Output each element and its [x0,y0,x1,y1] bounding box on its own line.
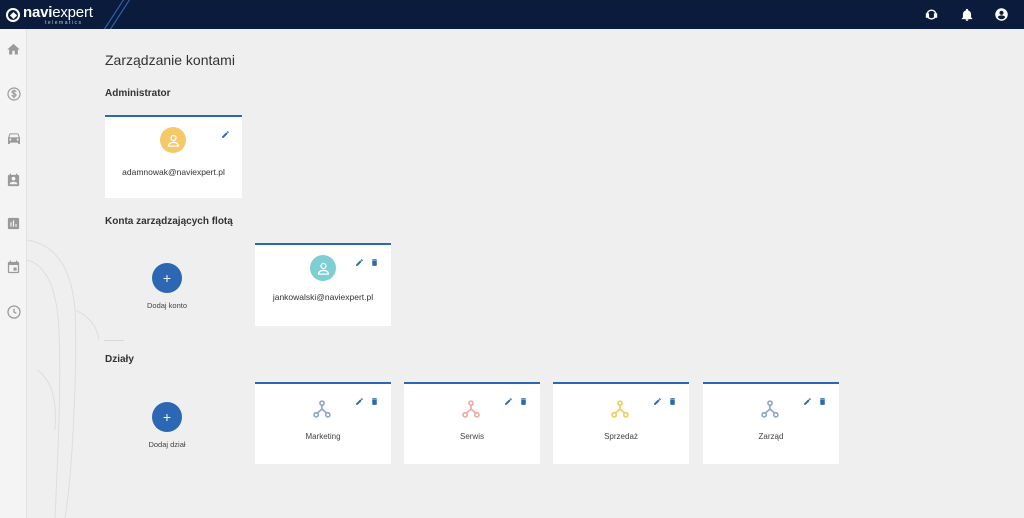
department-hub-icon [312,399,332,424]
dollar-icon[interactable] [5,85,22,102]
logo-word-light: expert [52,3,93,21]
admin-email: adamnowak@naviexpert.pl [122,167,225,177]
add-department-button[interactable]: + [152,402,182,432]
department-hub-icon [610,399,630,424]
add-department-label: Dodaj dział [148,440,186,449]
admin-section-heading: Administrator [105,88,171,99]
department-card-sprzedaz[interactable]: Sprzedaż [553,382,689,464]
home-icon[interactable] [5,41,22,58]
logo-subtitle: telematics [45,19,83,26]
department-card-zarzad[interactable]: Zarząd [703,382,839,464]
department-card-serwis[interactable]: Serwis [404,382,540,464]
edit-icon[interactable] [354,396,364,406]
clock-icon[interactable] [5,303,22,320]
section-divider [104,340,124,341]
add-account-button[interactable]: + [152,263,182,293]
bell-icon[interactable] [958,6,975,23]
fleet-section-heading: Konta zarządzających flotą [105,216,233,227]
contacts-icon[interactable] [5,172,22,189]
edit-icon[interactable] [354,257,364,267]
department-hub-icon [461,399,481,424]
departments-section-heading: Działy [105,354,134,365]
calendar-icon[interactable] [5,259,22,276]
top-bar: naviexpert telematics [0,0,1024,29]
delete-icon[interactable] [518,396,528,406]
fleet-email: jankowalski@naviexpert.pl [272,292,374,302]
department-name: Zarząd [758,432,784,441]
delete-icon[interactable] [369,257,379,267]
page-title: Zarządzanie kontami [105,52,235,68]
user-avatar-icon [160,127,186,153]
car-icon[interactable] [5,129,22,146]
user-avatar-icon [310,255,336,281]
edit-icon[interactable] [802,396,812,406]
edit-icon[interactable] [503,396,513,406]
department-hub-icon [760,399,780,424]
app-logo[interactable]: naviexpert telematics [6,4,93,26]
chart-icon[interactable] [5,215,22,232]
department-name: Serwis [459,432,484,441]
department-name: Sprzedaż [604,432,638,441]
add-account-label: Dodaj konto [146,301,188,310]
car-silhouette-decoration [27,239,100,518]
edit-icon[interactable] [652,396,662,406]
decorative-stripes [103,0,131,29]
account-icon[interactable] [993,6,1010,23]
logo-word-bold: navi [23,3,53,21]
department-name: Marketing [305,432,341,441]
delete-icon[interactable] [817,396,827,406]
headset-icon[interactable] [923,6,940,23]
sidebar [0,29,27,518]
delete-icon[interactable] [667,396,677,406]
department-card-marketing[interactable]: Marketing [255,382,391,464]
admin-account-card: adamnowak@naviexpert.pl [105,115,242,198]
delete-icon[interactable] [369,396,379,406]
edit-icon[interactable] [220,129,230,139]
fleet-account-card: jankowalski@naviexpert.pl [255,243,391,326]
logo-mark-icon [6,8,20,22]
